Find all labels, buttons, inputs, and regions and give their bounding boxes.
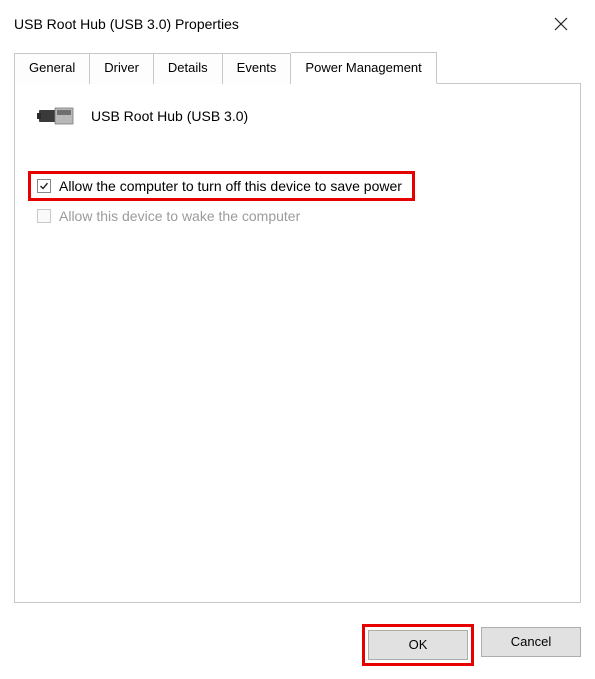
dialog-buttons: OK Cancel bbox=[365, 627, 581, 663]
device-header: USB Root Hub (USB 3.0) bbox=[37, 102, 564, 130]
tab-events[interactable]: Events bbox=[223, 53, 292, 84]
ok-button[interactable]: OK bbox=[368, 630, 468, 660]
tab-general[interactable]: General bbox=[14, 53, 90, 84]
close-button[interactable] bbox=[543, 10, 579, 38]
tabstrip: General Driver Details Events Power Mana… bbox=[14, 52, 581, 83]
tab-driver[interactable]: Driver bbox=[90, 53, 154, 84]
checkbox-turn-off-label: Allow the computer to turn off this devi… bbox=[59, 178, 402, 194]
checkbox-wake-label: Allow this device to wake the computer bbox=[59, 208, 300, 224]
device-name-label: USB Root Hub (USB 3.0) bbox=[91, 108, 248, 124]
cancel-button[interactable]: Cancel bbox=[481, 627, 581, 657]
checkbox-row-wake: Allow this device to wake the computer bbox=[31, 204, 564, 228]
cancel-button-wrap: Cancel bbox=[481, 627, 581, 663]
checkbox-turn-off[interactable] bbox=[37, 179, 51, 193]
checkbox-wake bbox=[37, 209, 51, 223]
titlebar: USB Root Hub (USB 3.0) Properties bbox=[0, 0, 595, 48]
ok-button-highlight: OK bbox=[365, 627, 471, 663]
tab-panel-power-management: USB Root Hub (USB 3.0) Allow the compute… bbox=[14, 83, 581, 603]
tab-power-management[interactable]: Power Management bbox=[291, 52, 436, 84]
usb-connector-icon bbox=[37, 102, 77, 130]
dialog-body: General Driver Details Events Power Mana… bbox=[0, 48, 595, 617]
tab-details[interactable]: Details bbox=[154, 53, 223, 84]
window-title: USB Root Hub (USB 3.0) Properties bbox=[14, 16, 239, 32]
close-icon bbox=[554, 17, 568, 31]
power-options: Allow the computer to turn off this devi… bbox=[31, 174, 564, 228]
checkmark-icon bbox=[39, 181, 49, 191]
checkbox-row-turn-off[interactable]: Allow the computer to turn off this devi… bbox=[31, 174, 412, 198]
